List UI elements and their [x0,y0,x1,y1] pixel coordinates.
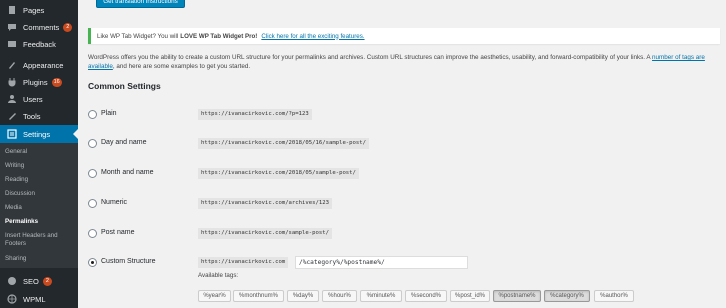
tag-category-button[interactable]: %category% [544,290,590,302]
section-title: Common Settings [88,81,161,91]
day-and-name-radio[interactable] [88,139,97,148]
submenu-permalinks[interactable]: Permalinks [5,218,75,226]
settings-submenu: General Writing Reading Discussion Media… [0,143,78,268]
sidebar-item-wpml[interactable]: WPML [0,292,78,306]
option-label[interactable]: Numeric [101,199,127,206]
submenu-media[interactable]: Media [5,204,75,212]
base-url: https://ivanacirkovic.com [198,257,289,268]
intro-text: WordPress offers you the ability to crea… [88,54,653,61]
feedback-icon [4,39,20,49]
option-label[interactable]: Month and name [101,169,154,176]
example-url: https://ivanacirkovic.com/sample-post/ [198,228,332,239]
tag-minute-button[interactable]: %minute% [360,290,402,302]
submenu-reading[interactable]: Reading [5,176,75,184]
intro-suffix: , and here are some examples to get you … [112,63,251,71]
sidebar-item-tools[interactable]: Tools [0,109,78,123]
tag-monthnum-button[interactable]: %monthnum% [233,290,284,302]
option-label[interactable]: Post name [101,229,134,236]
sidebar-item-comments[interactable]: Comments 2 [0,20,78,34]
plain-radio[interactable] [88,110,97,119]
post-name-radio[interactable] [88,229,97,238]
users-icon [4,94,20,104]
available-tags-label: Available tags: [198,272,239,279]
option-numeric: Numeric https://ivanacirkovic.com/archiv… [88,198,488,210]
get-translation-instructions-button[interactable]: Get translation instructions [96,0,185,8]
option-label[interactable]: Plain [101,110,117,117]
example-url: https://ivanacirkovic.com/2018/05/16/sam… [198,138,370,149]
comments-count-badge: 2 [63,22,73,32]
plugins-icon [4,77,20,87]
seo-badge: 2 [42,276,52,286]
custom-structure-input[interactable]: /%category%/%postname%/ [295,256,468,269]
sidebar-item-pages[interactable]: Pages [0,3,78,17]
sidebar-item-feedback[interactable]: Feedback [0,37,78,51]
custom-structure-radio[interactable] [88,258,97,267]
tag-post-id-button[interactable]: %post_id% [450,290,490,302]
tag-postname-button[interactable]: %postname% [493,290,541,302]
tag-year-button[interactable]: %year% [198,290,231,302]
promo-notice: Like WP Tab Widget? You will LOVE WP Tab… [88,28,720,44]
tools-icon [4,111,20,121]
notice-bold-text: LOVE WP Tab Widget Pro! [180,32,258,40]
tag-second-button[interactable]: %second% [405,290,447,302]
notice-link[interactable]: Click here for all the exciting features… [261,33,364,40]
plugins-update-badge: 16 [51,77,62,87]
option-label[interactable]: Custom Structure [101,258,155,265]
option-post-name: Post name https://ivanacirkovic.com/samp… [88,228,488,240]
admin-sidebar: Pages Comments 2 Feedback Appearance Plu… [0,0,78,308]
comments-icon [4,22,20,32]
active-menu-arrow [73,129,78,139]
submenu-writing[interactable]: Writing [5,162,75,170]
appearance-icon [4,60,20,70]
tag-author-button[interactable]: %author% [594,290,634,302]
settings-icon [4,129,20,139]
numeric-radio[interactable] [88,199,97,208]
month-and-name-radio[interactable] [88,169,97,178]
sidebar-item-plugins[interactable]: Plugins 16 [0,75,78,89]
option-plain: Plain https://ivanacirkovic.com/?p=123 [88,109,488,121]
sidebar-item-seo[interactable]: SEO 2 [0,274,78,288]
option-label[interactable]: Day and name [101,139,147,146]
submenu-insert-headers-footers[interactable]: Insert Headers and Footers [5,232,75,249]
seo-icon [4,276,20,286]
sidebar-item-appearance[interactable]: Appearance [0,58,78,72]
example-url: https://ivanacirkovic.com/2018/05/sample… [198,168,359,179]
example-url: https://ivanacirkovic.com/?p=123 [198,109,312,120]
notice-text: Like WP Tab Widget? You will [97,32,179,40]
tag-day-button[interactable]: %day% [287,290,319,302]
example-url: https://ivanacirkovic.com/archives/123 [198,198,332,209]
sidebar-item-users[interactable]: Users [0,92,78,106]
sidebar-item-settings[interactable]: Settings [0,125,78,143]
tag-hour-button[interactable]: %hour% [322,290,357,302]
wpml-icon [4,294,20,304]
permalink-intro: WordPress offers you the ability to crea… [88,53,720,72]
pages-icon [4,5,20,15]
submenu-general[interactable]: General [5,148,75,156]
option-month-and-name: Month and name https://ivanacirkovic.com… [88,168,488,180]
option-day-and-name: Day and name https://ivanacirkovic.com/2… [88,138,488,150]
submenu-sharing[interactable]: Sharing [5,255,75,263]
submenu-discussion[interactable]: Discussion [5,190,75,198]
